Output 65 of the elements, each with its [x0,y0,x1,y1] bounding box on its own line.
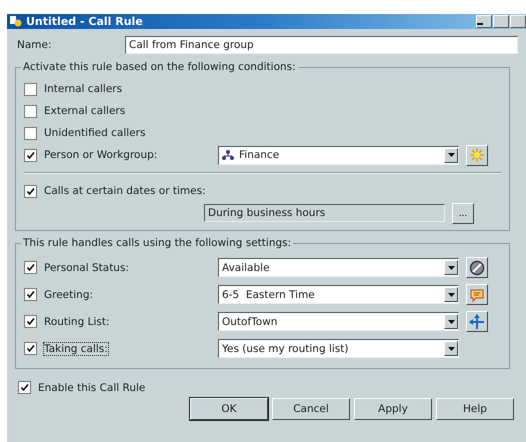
checkbox-label: Unidentified callers [44,127,146,139]
checkbox[interactable] [24,342,37,355]
add-button[interactable] [466,144,488,166]
check-icon [26,317,35,326]
name-label: Name: [16,39,53,51]
checkbox-label: External callers [44,105,126,117]
status-button[interactable] [466,257,488,278]
dropdown[interactable]: Yes (use my routing list) [218,339,459,358]
checkbox[interactable] [24,82,37,96]
caret-icon [448,320,454,324]
dialog-button[interactable]: Help [436,398,514,420]
schedule-field[interactable]: During business hours [204,204,445,222]
caret-icon [448,153,454,157]
checkbox[interactable] [24,104,37,118]
dropdown[interactable]: 6-5 Eastern Time [218,285,459,304]
checkbox[interactable] [18,381,31,394]
checkbox-label: Routing List: [44,316,110,328]
caret-icon [448,346,454,350]
caret-icon [448,266,454,270]
greeting-button[interactable] [466,284,488,305]
checkbox-label: Personal Status: [44,262,129,274]
speech-bubble-icon [469,286,485,302]
dropdown-button[interactable] [444,287,458,302]
checkbox-label: Calls at certain dates or times: [44,185,207,197]
checkbox[interactable] [24,184,37,198]
check-icon [26,186,35,196]
dropdown-button[interactable] [444,260,458,275]
group-label: This rule handles calls using the following settings: [21,237,294,249]
checkbox-label: Taking calls: [44,342,108,354]
dialog-button[interactable]: Apply [354,398,432,420]
dropdown[interactable]: Available [218,258,459,277]
check-icon [20,383,29,392]
minimize-icon [477,23,483,25]
workgroup-dropdown[interactable]: Finance [218,146,459,164]
caret-icon [448,292,454,296]
checkbox-label: Person or Workgroup: [44,149,158,161]
dropdown-button[interactable] [444,314,458,329]
sparkle-icon [469,147,485,163]
check-icon [26,263,35,272]
check-icon [26,150,35,160]
dropdown-button[interactable] [444,341,458,356]
check-icon [26,344,35,353]
checkbox[interactable] [24,126,37,140]
browse-button[interactable]: ... [452,202,474,224]
checkbox[interactable] [24,315,37,328]
name-field[interactable]: Call from Finance group [125,36,518,54]
workgroup-icon [222,150,234,160]
checkbox-label: Greeting: [44,288,94,300]
dropdown[interactable]: OutofTown [218,312,459,331]
app-icon [10,16,22,27]
dialog-button[interactable]: OK [190,398,268,420]
dropdown-button[interactable] [444,148,458,162]
routing-icon [469,314,485,330]
checkbox[interactable] [24,148,37,162]
checkbox[interactable] [24,261,37,274]
checkbox-label: Internal callers [44,83,124,95]
checkbox[interactable] [24,288,37,301]
status-icon [469,260,485,276]
group-label: Activate this rule based on the following conditions: [21,61,298,73]
checkbox-label: Enable this Call Rule [38,382,146,394]
check-icon [26,290,35,299]
dialog-button[interactable]: Cancel [272,398,350,420]
minimize-button[interactable] [476,15,492,28]
window-title: Untitled - Call Rule [26,15,144,28]
routing-button[interactable] [466,311,488,332]
